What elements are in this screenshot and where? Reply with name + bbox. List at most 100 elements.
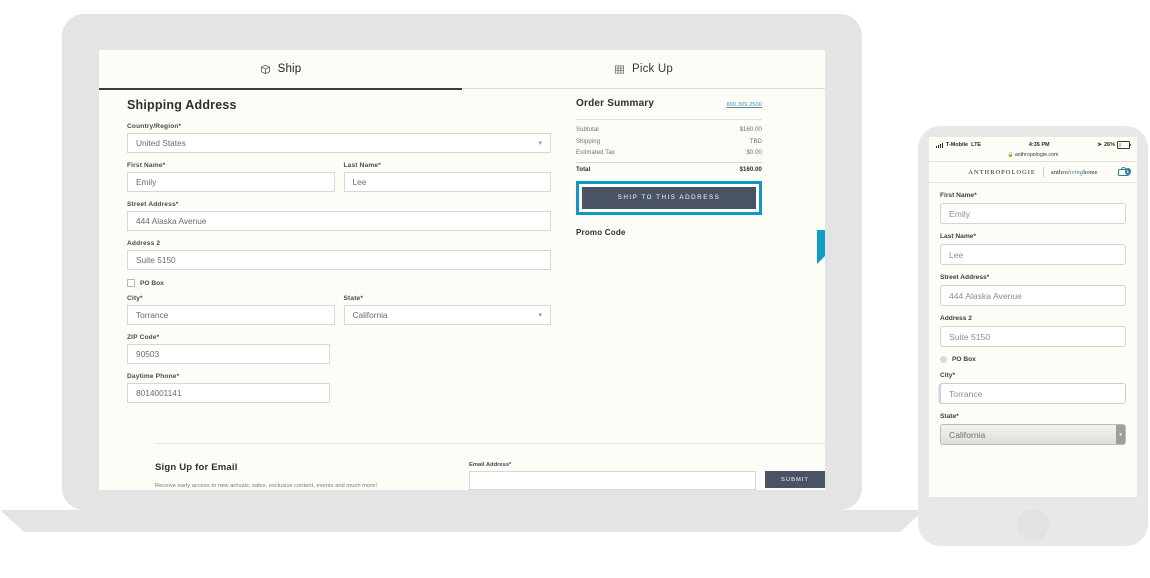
chevron-down-icon: ▾ bbox=[538, 140, 542, 147]
order-summary-header: Order Summary 800.309.2500 bbox=[576, 98, 762, 109]
ship-to-this-address-button[interactable]: SHIP TO THIS ADDRESS bbox=[582, 186, 756, 209]
m-first-name-value: Emily bbox=[949, 208, 971, 219]
carrier-label: T-Mobile bbox=[945, 142, 969, 148]
cart-icon[interactable]: 1 bbox=[1118, 167, 1131, 176]
logo-divider bbox=[1042, 167, 1044, 177]
anthro-living-home-logo[interactable]: anthrolivinghome bbox=[1051, 169, 1098, 176]
city-value: Torrance bbox=[136, 310, 169, 320]
summary-row-shipping: Shipping TBD bbox=[576, 139, 762, 145]
logo2-part-c: home bbox=[1083, 168, 1098, 176]
zip-code-input[interactable]: 90503 bbox=[127, 344, 330, 364]
m-po-box-checkbox[interactable] bbox=[940, 356, 947, 363]
promo-code-label[interactable]: Promo Code bbox=[576, 228, 762, 237]
field-first-name: First Name* Emily bbox=[127, 162, 335, 192]
last-name-value: Lee bbox=[352, 177, 367, 187]
delivery-method-tabs: Ship Pick Up bbox=[99, 50, 825, 90]
cart-count-badge: 1 bbox=[1124, 168, 1131, 175]
battery-icon bbox=[1117, 141, 1131, 149]
home-button[interactable] bbox=[1017, 509, 1049, 541]
status-bar: T-Mobile LTE 4:35 PM ➤ 26% bbox=[929, 137, 1137, 151]
signup-form: Email Address* SUBMIT Plus, hear about t… bbox=[425, 462, 825, 490]
city-input[interactable]: Torrance bbox=[127, 305, 335, 325]
m-state-value: California bbox=[949, 429, 986, 440]
tab-pickup[interactable]: Pick Up bbox=[462, 50, 825, 89]
zip-code-value: 90503 bbox=[136, 349, 160, 359]
tab-ship-label: Ship bbox=[277, 63, 302, 75]
zip-code-label: ZIP Code* bbox=[127, 334, 160, 341]
chevron-down-icon: ▾ bbox=[538, 312, 542, 319]
url-text: anthropologie.com bbox=[1014, 152, 1059, 158]
email-signup-section: Sign Up for Email Receive early access t… bbox=[155, 443, 825, 490]
tab-ship[interactable]: Ship bbox=[99, 50, 462, 90]
address-2-value: Suite 5150 bbox=[136, 255, 176, 265]
m-state-label: State* bbox=[940, 413, 959, 420]
box-icon bbox=[260, 64, 271, 75]
m-field-city: City* Torrance bbox=[940, 372, 1126, 404]
laptop-mockup: Ship Pick Up Shipping Address Country/Re… bbox=[0, 14, 924, 532]
order-summary-panel: Order Summary 800.309.2500 Subtotal $160… bbox=[576, 98, 762, 237]
address-2-input[interactable]: Suite 5150 bbox=[127, 250, 551, 270]
m-address-2-value: Suite 5150 bbox=[949, 331, 991, 342]
mobile-shipping-form: First Name* Emily Last Name* Lee Street … bbox=[929, 183, 1137, 445]
field-zip-code: ZIP Code* 90503 bbox=[127, 334, 330, 364]
m-address-2-input[interactable]: Suite 5150 bbox=[940, 326, 1126, 347]
subtotal-label: Subtotal bbox=[576, 127, 599, 133]
state-select[interactable]: California ▾ bbox=[343, 305, 551, 325]
laptop-base bbox=[0, 510, 924, 532]
summary-row-estimated-tax: Estimated Tax $0.00 bbox=[576, 150, 762, 156]
signup-copy: Sign Up for Email Receive early access t… bbox=[155, 462, 425, 490]
street-address-value: 444 Alaska Avenue bbox=[136, 216, 207, 226]
chevron-down-icon[interactable]: ▾ bbox=[1116, 425, 1125, 444]
signup-title: Sign Up for Email bbox=[155, 462, 238, 473]
address-2-label: Address 2 bbox=[127, 240, 161, 247]
email-input[interactable] bbox=[469, 471, 756, 490]
m-field-state: State* California ▾ bbox=[940, 413, 1126, 445]
signal-bars-icon bbox=[936, 142, 943, 148]
country-select[interactable]: United States ▾ bbox=[127, 133, 551, 153]
estimated-tax-value: $0.00 bbox=[746, 150, 762, 156]
m-last-name-input[interactable]: Lee bbox=[940, 244, 1126, 265]
country-value: United States bbox=[136, 138, 186, 148]
order-summary-rows: Subtotal $160.00 Shipping TBD Estimated … bbox=[576, 119, 762, 173]
m-state-select[interactable]: California ▾ bbox=[940, 424, 1126, 445]
state-value: California bbox=[352, 310, 388, 320]
lock-icon: 🔒 bbox=[1007, 152, 1014, 157]
total-label: Total bbox=[576, 166, 591, 173]
last-name-input[interactable]: Lee bbox=[343, 172, 551, 192]
m-city-input[interactable]: Torrance bbox=[940, 383, 1126, 404]
m-first-name-input[interactable]: Emily bbox=[940, 203, 1126, 224]
po-box-checkbox-row[interactable]: PO Box bbox=[127, 279, 551, 287]
laptop-screen: Ship Pick Up Shipping Address Country/Re… bbox=[99, 50, 825, 490]
anthropologie-logo[interactable]: ANTHROPOLOGIE bbox=[968, 169, 1036, 176]
country-label: Country/Region* bbox=[127, 123, 182, 130]
street-address-input[interactable]: 444 Alaska Avenue bbox=[127, 211, 551, 231]
submit-button[interactable]: SUBMIT bbox=[765, 471, 825, 488]
field-street-address: Street Address* 444 Alaska Avenue bbox=[127, 201, 551, 231]
summary-row-total: Total $160.00 bbox=[576, 161, 762, 173]
m-last-name-label: Last Name* bbox=[940, 233, 976, 240]
field-daytime-phone: Daytime Phone* 8014001141 bbox=[127, 373, 330, 403]
m-po-box-row[interactable]: PO Box bbox=[940, 356, 1126, 363]
field-last-name: Last Name* Lee bbox=[343, 162, 551, 192]
browser-url-bar[interactable]: 🔒 anthropologie.com bbox=[929, 151, 1137, 162]
field-address-2: Address 2 Suite 5150 bbox=[127, 240, 551, 270]
m-field-last-name: Last Name* Lee bbox=[940, 233, 1126, 265]
phone-screen: T-Mobile LTE 4:35 PM ➤ 26% 🔒 anthropolog… bbox=[929, 137, 1137, 497]
m-field-address-2: Address 2 Suite 5150 bbox=[940, 315, 1126, 347]
customer-service-phone-link[interactable]: 800.309.2500 bbox=[727, 102, 762, 108]
status-left: T-Mobile LTE bbox=[936, 142, 981, 148]
m-street-address-input[interactable]: 444 Alaska Avenue bbox=[940, 285, 1126, 306]
location-arrow-icon: ➤ bbox=[1097, 142, 1102, 148]
email-address-label: Email Address* bbox=[469, 462, 512, 468]
summary-row-subtotal: Subtotal $160.00 bbox=[576, 127, 762, 133]
m-city-value: Torrance bbox=[949, 388, 983, 399]
street-address-label: Street Address* bbox=[127, 201, 179, 208]
daytime-phone-value: 8014001141 bbox=[136, 388, 182, 398]
po-box-checkbox[interactable] bbox=[127, 279, 135, 287]
daytime-phone-label: Daytime Phone* bbox=[127, 373, 180, 380]
daytime-phone-input[interactable]: 8014001141 bbox=[127, 383, 330, 403]
first-name-input[interactable]: Emily bbox=[127, 172, 335, 192]
m-po-box-label: PO Box bbox=[952, 356, 976, 363]
annotation-arrow bbox=[815, 228, 825, 308]
field-state: State* California ▾ bbox=[343, 295, 551, 325]
